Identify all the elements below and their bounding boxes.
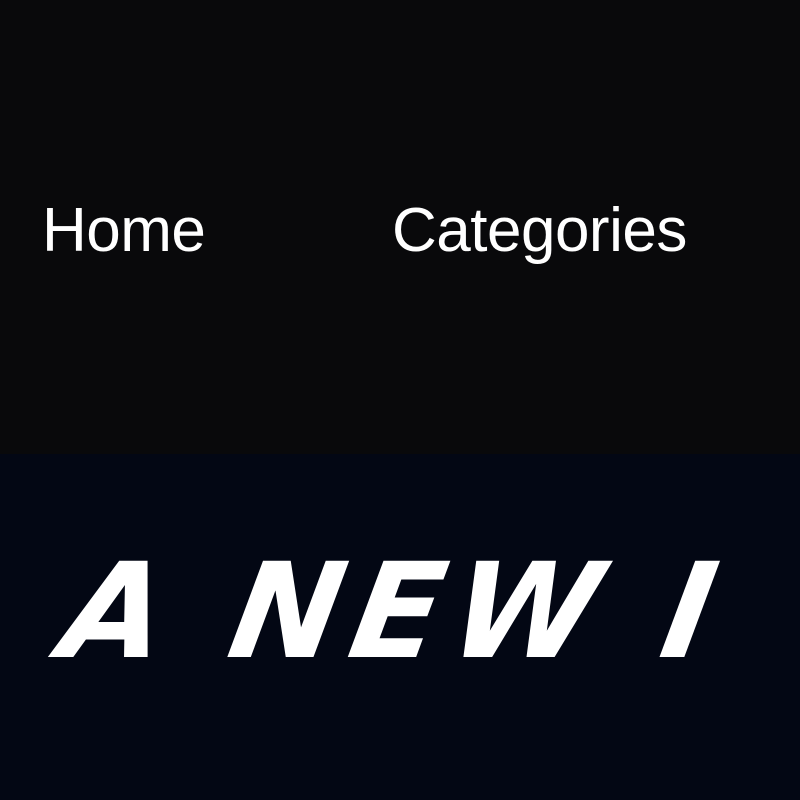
nav-link-categories[interactable]: Categories [392, 196, 687, 266]
hero-title: A NEW I [50, 535, 738, 689]
nav-link-home[interactable]: Home [42, 196, 206, 266]
navigation-bar: Home Categories [0, 0, 800, 454]
hero-banner: A NEW I [0, 454, 800, 800]
